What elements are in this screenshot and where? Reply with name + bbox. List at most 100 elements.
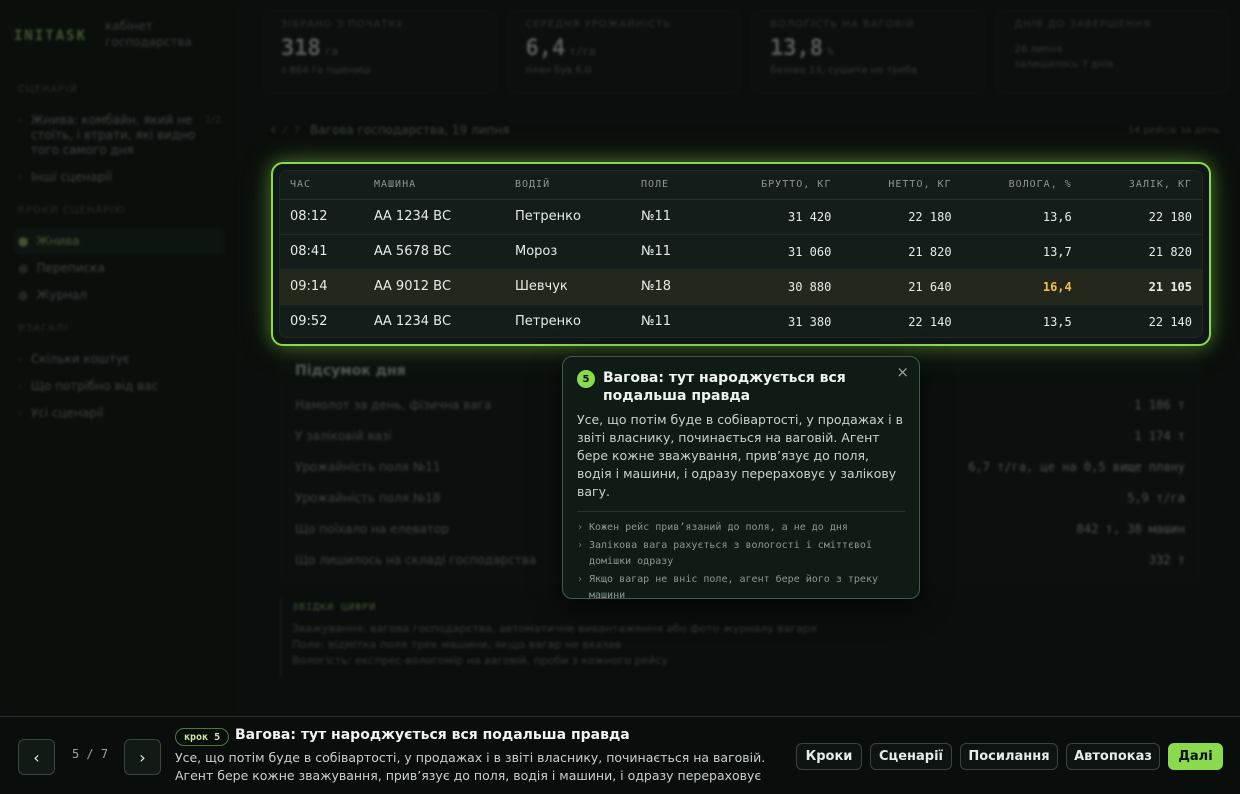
chevron-right-icon: › xyxy=(139,747,146,767)
cell-credited: 22 180 xyxy=(1081,199,1202,235)
kpi-value: 318 га xyxy=(281,36,338,61)
sidebar-item-label: Журнал xyxy=(36,288,87,302)
bullet-item: Якщо вагар не вніс поле, агент бере його… xyxy=(577,572,905,604)
sidebar-item-step-harvest[interactable]: ● Жнива xyxy=(14,228,225,255)
step-description: Усе, що потім буде в собівартості, у про… xyxy=(175,750,766,783)
sidebar-item-pricing[interactable]: › Скільки коштує xyxy=(14,346,225,373)
sidebar-item-label: Інші сценарії xyxy=(30,170,112,184)
cell-time: 08:12 xyxy=(280,199,364,235)
section-title: Вагова господарства, 19 липня xyxy=(310,123,510,137)
bullet-icon: › xyxy=(18,352,23,366)
cell-driver: Шевчук xyxy=(505,269,631,305)
cell-credited: 21 820 xyxy=(1081,234,1202,270)
col-credited: ЗАЛІК, КГ xyxy=(1081,171,1202,200)
cell-moisture: 13,6 xyxy=(961,199,1082,235)
cell-moisture-warning: 16,4 xyxy=(961,269,1082,305)
table-row[interactable]: 09:52 АА 1234 ВС Петренко №11 31 380 22 … xyxy=(280,304,1202,337)
links-button[interactable]: Посилання xyxy=(960,743,1058,770)
table-row[interactable]: 08:12 АА 1234 ВС Петренко №11 31 420 22 … xyxy=(280,199,1202,235)
kpi-note: план був 6,0 xyxy=(525,65,592,76)
col-vehicle: МАШИНА xyxy=(364,171,505,200)
popover-body: Усе, що потім буде в собівартості, у про… xyxy=(577,412,903,499)
highlighted-weighbridge-table: ЧАС МАШИНА ВОДІЙ ПОЛЕ БРУТТО, КГ НЕТТО, … xyxy=(271,162,1211,346)
brand-logo: INITASK xyxy=(14,28,88,44)
cell-vehicle: АА 5678 ВС xyxy=(364,234,505,270)
table-row-highlighted[interactable]: 09:14 АА 9012 ВС Шевчук №18 30 880 21 64… xyxy=(280,269,1202,305)
cell-driver: Петренко xyxy=(515,314,581,330)
scenario-counter: 1/2 xyxy=(204,115,221,126)
kpi-value: 13,8% xyxy=(770,36,834,61)
chevron-left-icon: ‹ xyxy=(33,747,40,767)
kpi-yield: СЕРЕДНЯ УРОЖАЙНІСТЬ 6,4 т/га план був 6,0 xyxy=(506,10,741,94)
weighbridge-table: ЧАС МАШИНА ВОДІЙ ПОЛЕ БРУТТО, КГ НЕТТО, … xyxy=(280,171,1202,337)
sidebar-item-step-journal[interactable]: ● Журнал xyxy=(14,282,225,309)
cell-gross: 31 420 xyxy=(711,199,842,235)
sidebar-item-scenario[interactable]: › Жнива: комбайн, який не стоїть, і втра… xyxy=(14,107,225,164)
sidebar-item-requirements[interactable]: › Що потрібно від вас xyxy=(14,373,225,400)
cell-vehicle: АА 9012 ВС xyxy=(364,269,505,305)
bullet-icon: › xyxy=(18,379,23,393)
col-gross: БРУТТО, КГ xyxy=(711,171,842,200)
kpi-value: 6,4 т/га xyxy=(525,36,596,61)
sidebar-item-label: Скільки коштує xyxy=(30,352,130,366)
divider xyxy=(577,511,905,512)
dot-icon: ● xyxy=(18,234,29,248)
cell-driver: Петренко xyxy=(505,199,631,235)
cell-driver: Мороз xyxy=(505,234,631,270)
kpi-label: ЗІБРАНО З ПОЧАТКУ xyxy=(281,19,404,30)
kpi-row: ЗІБРАНО З ПОЧАТКУ 318 га з 864 га пшениці… xyxy=(262,10,1230,94)
sidebar-item-other-scenarios[interactable]: › Інші сценарії xyxy=(14,164,225,191)
cell-gross: 31 060 xyxy=(711,234,842,270)
steps-button[interactable]: Кроки xyxy=(796,743,862,770)
cell-credited: 22 140 xyxy=(1148,314,1192,329)
sidebar-item-step-chat[interactable]: ● Переписка xyxy=(14,255,225,282)
step-number-badge: 5 xyxy=(577,370,595,388)
source-line: Поле: відмітка поля трек машини, якщо ва… xyxy=(292,638,622,651)
bullet-icon: › xyxy=(18,406,23,420)
kpi-harvested: ЗІБРАНО З ПОЧАТКУ 318 га з 864 га пшениці xyxy=(262,10,497,94)
source-line: Зважування: вагова господарства, автомат… xyxy=(292,622,817,635)
section-header: 4 / 7 Вагова господарства, 19 липня 14 р… xyxy=(270,116,1220,144)
cell-net: 22 140 xyxy=(908,314,952,329)
sidebar-item-label: Переписка xyxy=(36,261,105,275)
trips-count: 14 рейсів за день xyxy=(1127,124,1220,136)
step-counter: 5 / 7 xyxy=(71,747,109,761)
bullet-icon: › xyxy=(18,113,23,127)
prev-step-button[interactable]: ‹ xyxy=(18,739,55,775)
cell-time: 09:14 xyxy=(280,269,364,305)
step-title: Вагова: тут народжується вся подальша пр… xyxy=(235,727,630,743)
col-driver: ВОДІЙ xyxy=(505,171,631,200)
cell-gross: 30 880 xyxy=(711,269,842,305)
sidebar-item-label: Жнива xyxy=(36,234,80,248)
cell-field: №11 xyxy=(641,314,672,330)
dot-icon: ● xyxy=(18,288,29,302)
data-sources: ЗВІДКИ ЦИФРИ Зважування: вагова господар… xyxy=(280,598,1200,678)
kpi-label: ВОЛОГІСТЬ НА ВАГОВІЙ xyxy=(770,19,915,30)
next-step-arrow-button[interactable]: › xyxy=(124,739,161,775)
nav-section-general: ВЗАГАЛІ xyxy=(18,323,69,334)
dot-icon: ● xyxy=(18,261,29,275)
bullet-item: Залікова вага рахується з вологості і см… xyxy=(577,538,905,570)
autoplay-button[interactable]: Автопоказ xyxy=(1066,743,1160,770)
next-button[interactable]: Далі xyxy=(1168,743,1223,770)
col-net: НЕТТО, КГ xyxy=(841,171,962,200)
tour-bottom-bar: ‹ 5 / 7 › крок 5 Вагова: тут народжуєтьс… xyxy=(0,716,1240,794)
cell-field: №11 xyxy=(631,199,711,235)
table-row[interactable]: 08:41 АА 5678 ВС Мороз №11 31 060 21 820… xyxy=(280,234,1202,270)
col-time: ЧАС xyxy=(280,171,364,200)
nav-section-scenario: СЦЕНАРІЙ xyxy=(18,84,78,95)
cell-net: 21 640 xyxy=(841,269,962,305)
cell-moisture: 13,5 xyxy=(1042,314,1072,329)
cell-field: №18 xyxy=(631,269,711,305)
sidebar-item-all-scenarios[interactable]: › Усі сценарії xyxy=(14,400,225,427)
cell-time: 08:41 xyxy=(280,234,364,270)
cell-moisture: 13,7 xyxy=(961,234,1082,270)
bullet-icon: › xyxy=(18,170,23,184)
kpi-note: залишилось 7 днів xyxy=(1014,59,1114,70)
scenarios-button[interactable]: Сценарії xyxy=(870,743,952,770)
close-icon[interactable]: × xyxy=(896,363,909,381)
sidebar-item-label: Що потрібно від вас xyxy=(30,379,159,393)
col-moisture: ВОЛОГА, % xyxy=(961,171,1082,200)
sidebar: INITASK кабінет господарства СЦЕНАРІЙ › … xyxy=(0,0,240,716)
cell-time: 09:52 xyxy=(290,314,328,330)
